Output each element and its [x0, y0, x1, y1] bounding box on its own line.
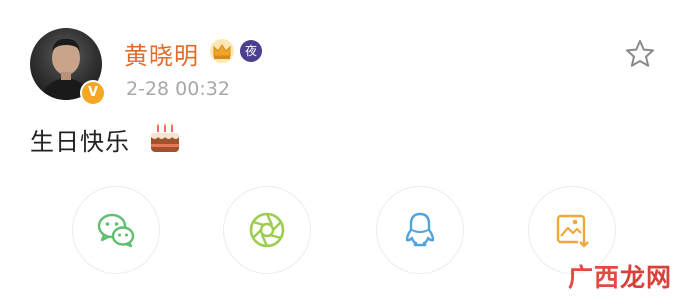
timestamp: 2-28 00:32 [126, 78, 230, 100]
watermark: 广西龙网 [568, 258, 672, 294]
moments-icon [249, 212, 285, 248]
weibo-post-card: V 黄晓明 夜 2-28 00:32 生日快乐 广西龙网 [0, 0, 700, 304]
wechat-icon [97, 213, 135, 248]
watermark-text-b: 龙网 [620, 263, 673, 292]
share-wechat-button[interactable] [72, 186, 160, 274]
watermark-text-a: 广西 [568, 263, 621, 292]
share-moments-button[interactable] [223, 186, 311, 274]
verified-badge: V [80, 80, 106, 106]
favorite-star-icon[interactable] [624, 38, 656, 70]
username[interactable]: 黄晓明 [124, 36, 199, 71]
crown-icon[interactable] [208, 38, 236, 64]
birthday-cake-icon [151, 123, 179, 152]
night-badge-icon[interactable]: 夜 [240, 40, 262, 62]
save-image-icon [556, 214, 590, 248]
post-text: 生日快乐 [30, 128, 130, 156]
qq-icon [405, 212, 435, 247]
share-qq-button[interactable] [376, 186, 464, 274]
